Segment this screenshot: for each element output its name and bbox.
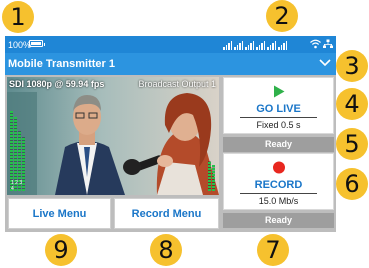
cellular-signal-icon [234,41,243,50]
audio-meters-right [208,161,215,191]
title-bar[interactable]: Mobile Transmitter 1 [5,53,336,75]
page-title: Mobile Transmitter 1 [8,58,115,70]
cellular-signal-icon [245,41,254,50]
record-button[interactable]: RECORD 15.0 Mb/s [223,153,334,210]
status-bar: 100% [5,36,336,53]
app-screen: 100% Mobile Transmitter 1 SDI 1080p @ 59… [5,36,336,232]
callout-6: 6 [336,168,368,200]
audio-meter [212,165,215,191]
callout-5: 5 [336,128,368,160]
output-name: Broadcast Output 1 [138,79,216,89]
live-menu-button[interactable]: Live Menu [8,198,111,229]
record-bitrate: 15.0 Mb/s [240,193,317,206]
callout-8: 8 [150,234,182,266]
callout-3: 3 [336,50,368,82]
meter-channel-numbers: 1 2 3 4 [11,180,23,192]
go-live-button[interactable]: GO LIVE Fixed 0.5 s [223,77,334,134]
go-live-label: GO LIVE [256,103,301,115]
cellular-signal-icon [278,41,287,50]
wifi-icon [310,39,321,49]
callout-4: 4 [336,88,368,120]
source-format: SDI 1080p @ 59.94 fps [9,79,105,89]
battery-percent: 100% [8,40,32,50]
audio-meter [10,111,13,191]
cellular-signal-icon [267,41,276,50]
video-preview: SDI 1080p @ 59.94 fps Broadcast Output 1… [7,77,219,195]
record-status-badge: Ready [223,213,334,228]
record-label: RECORD [254,179,303,191]
chevron-down-icon[interactable] [319,59,331,67]
callout-9: 9 [45,234,77,266]
record-icon [272,161,285,174]
cellular-signal-icon [223,41,232,50]
battery-full-icon [29,40,45,47]
record-menu-button[interactable]: Record Menu [114,198,219,229]
live-status-badge: Ready [223,137,334,152]
signal-icons [223,39,287,50]
preview-scene [7,77,219,195]
callout-1: 1 [2,1,34,33]
audio-meters-left: 1 2 3 4 [10,111,25,192]
audio-meter [208,161,211,191]
play-icon [273,85,284,98]
callout-2: 2 [266,0,298,32]
cellular-signal-icon [256,41,265,50]
callout-7: 7 [257,234,289,266]
ethernet-icon [323,39,333,48]
go-live-latency: Fixed 0.5 s [240,117,317,130]
